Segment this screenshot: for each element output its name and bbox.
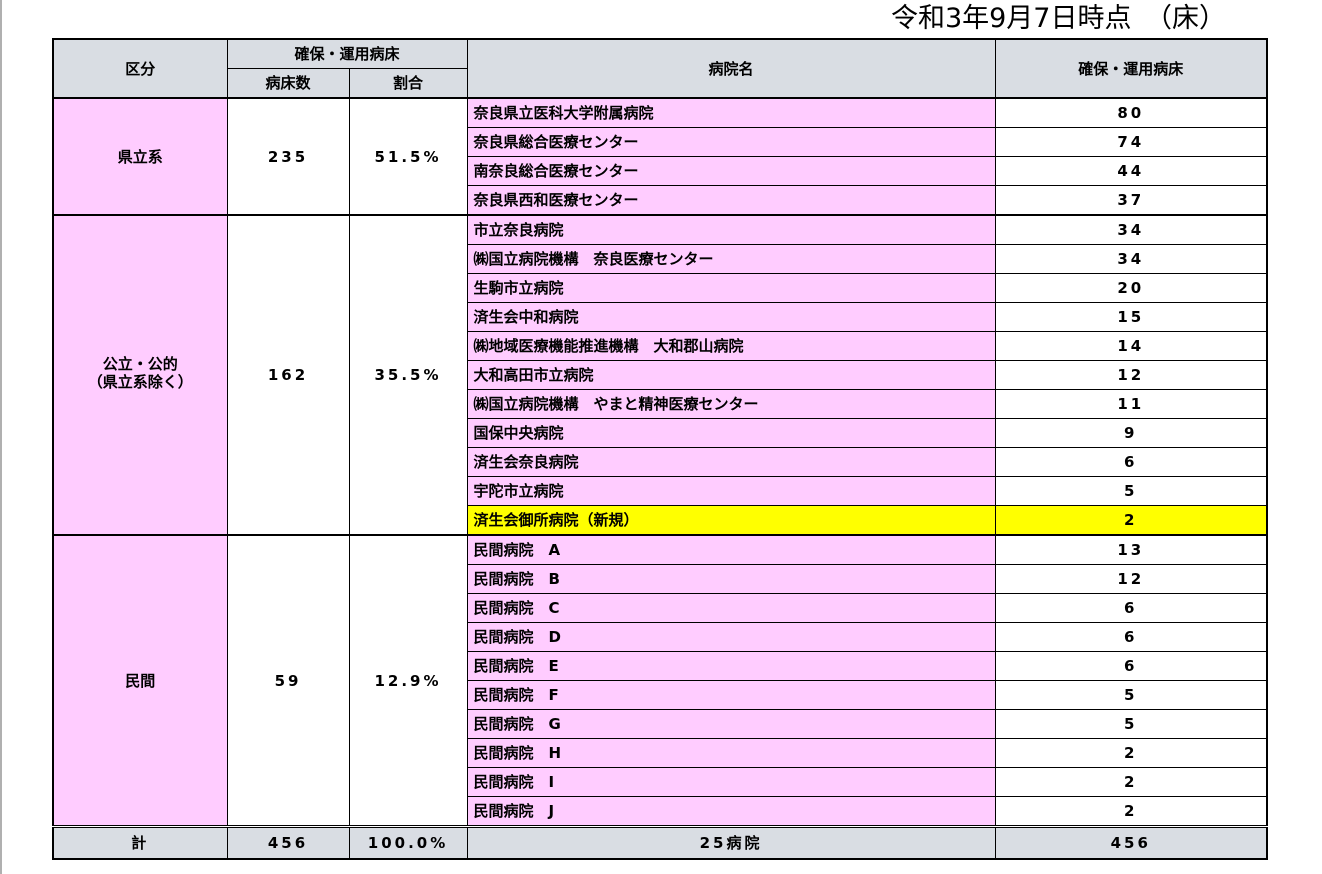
hospital-secured-beds: 2 — [994, 505, 1268, 536]
table-row: 公立・公的 （県立系除く） 162 35.5% 市立奈良病院 34 — [52, 214, 1268, 536]
hospital-name: 民間病院 E — [466, 651, 996, 681]
header-bed-count: 病床数 — [226, 68, 350, 99]
hospital-name: 奈良県立医科大学附属病院 — [466, 97, 996, 128]
hospital-secured-beds: 44 — [994, 156, 1268, 186]
hospital-secured-beds: 20 — [994, 273, 1268, 303]
hospital-secured-beds: 6 — [994, 593, 1268, 623]
hospital-name: 済生会御所病院（新規） — [466, 505, 996, 536]
hospital-secured-beds: 13 — [994, 534, 1268, 565]
hospital-name: 民間病院 J — [466, 796, 996, 827]
hospital-secured-beds: 14 — [994, 331, 1268, 361]
category-label: 民間 — [125, 671, 156, 690]
totals-ratio: 100.0% — [348, 825, 468, 860]
hospital-name: 民間病院 D — [466, 622, 996, 652]
header-hospital-name: 病院名 — [466, 38, 996, 99]
table-header: 区分 確保・運用病床 病院名 確保・運用病床 病床数 割合 — [52, 38, 1268, 99]
hospital-name: 民間病院 I — [466, 767, 996, 797]
hospital-secured-beds: 6 — [994, 651, 1268, 681]
secured-beds-table: 区分 確保・運用病床 病院名 確保・運用病床 病床数 割合 県立系 235 51.5… — [52, 38, 1269, 860]
totals-bed-count: 456 — [226, 825, 350, 860]
hospital-secured-beds: 6 — [994, 622, 1268, 652]
category-label: 県立系 — [117, 147, 163, 166]
group-bed-count: 162 — [226, 214, 350, 536]
hospital-name: ㈱地域医療機能推進機構 大和郡山病院 — [466, 331, 996, 361]
hospital-name: 南奈良総合医療センター — [466, 156, 996, 186]
group-ratio: 35.5% — [348, 214, 468, 536]
header-secured-group: 確保・運用病床 — [226, 38, 468, 69]
header-ratio: 割合 — [348, 68, 468, 99]
hospital-name: 国保中央病院 — [466, 418, 996, 448]
hospital-secured-beds: 6 — [994, 447, 1268, 477]
hospital-secured-beds: 12 — [994, 360, 1268, 390]
totals-label: 計 — [52, 825, 228, 860]
category-cell: 県立系 — [52, 97, 228, 216]
hospital-secured-beds: 15 — [994, 302, 1268, 332]
hospital-secured-beds: 5 — [994, 680, 1268, 710]
as-of-date: 令和3年9月7日時点 （床） — [890, 3, 1226, 34]
hospital-secured-beds: 80 — [994, 97, 1268, 128]
hospital-name: 民間病院 H — [466, 738, 996, 768]
group-bed-count: 59 — [226, 534, 350, 827]
hospital-name: 奈良県総合医療センター — [466, 127, 996, 157]
hospital-secured-beds: 12 — [994, 564, 1268, 594]
hospital-secured-beds: 2 — [994, 796, 1268, 827]
hospital-name: 宇陀市立病院 — [466, 476, 996, 506]
hospital-name: 済生会中和病院 — [466, 302, 996, 332]
category-sublabel: （県立系除く） — [87, 372, 193, 391]
hospital-secured-beds: 37 — [994, 185, 1268, 216]
hospital-name: 奈良県西和医療センター — [466, 185, 996, 216]
hospital-secured-beds: 2 — [994, 738, 1268, 768]
hospital-name: ㈱国立病院機構 奈良医療センター — [466, 244, 996, 274]
header-category: 区分 — [52, 38, 228, 99]
hospital-secured-beds: 34 — [994, 214, 1268, 245]
left-edge-rule — [0, 0, 2, 874]
hospital-secured-beds: 34 — [994, 244, 1268, 274]
header-secured-beds: 確保・運用病床 — [994, 38, 1268, 99]
hospital-name: 市立奈良病院 — [466, 214, 996, 245]
hospital-secured-beds: 11 — [994, 389, 1268, 419]
hospital-name: 民間病院 G — [466, 709, 996, 739]
hospital-name: 民間病院 F — [466, 680, 996, 710]
hospital-secured-beds: 9 — [994, 418, 1268, 448]
table-body: 県立系 235 51.5% 奈良県立医科大学附属病院 80 奈良県総合医療センター 74 南奈… — [52, 97, 1268, 827]
hospital-secured-beds: 5 — [994, 476, 1268, 506]
table-row: 民間 59 12.9% 民間病院 A 13 — [52, 534, 1268, 827]
category-cell: 公立・公的 （県立系除く） — [52, 214, 228, 536]
hospital-name: 済生会奈良病院 — [466, 447, 996, 477]
hospital-name: 民間病院 C — [466, 593, 996, 623]
group-ratio: 51.5% — [348, 97, 468, 216]
hospital-name: 民間病院 B — [466, 564, 996, 594]
hospital-secured-beds: 2 — [994, 767, 1268, 797]
totals-secured-beds: 456 — [994, 825, 1268, 860]
category-label: 公立・公的 — [102, 354, 178, 373]
hospital-name: ㈱国立病院機構 やまと精神医療センター — [466, 389, 996, 419]
table-row: 県立系 235 51.5% 奈良県立医科大学附属病院 80 — [52, 97, 1268, 216]
group-ratio: 12.9% — [348, 534, 468, 827]
hospital-secured-beds: 5 — [994, 709, 1268, 739]
hospital-name: 生駒市立病院 — [466, 273, 996, 303]
totals-hospital-count: 25病院 — [466, 825, 996, 860]
category-cell: 民間 — [52, 534, 228, 827]
hospital-secured-beds: 74 — [994, 127, 1268, 157]
hospital-name: 民間病院 A — [466, 534, 996, 565]
group-bed-count: 235 — [226, 97, 350, 216]
totals-row: 計 456 100.0% 25病院 456 — [52, 825, 1268, 860]
hospital-name: 大和高田市立病院 — [466, 360, 996, 390]
